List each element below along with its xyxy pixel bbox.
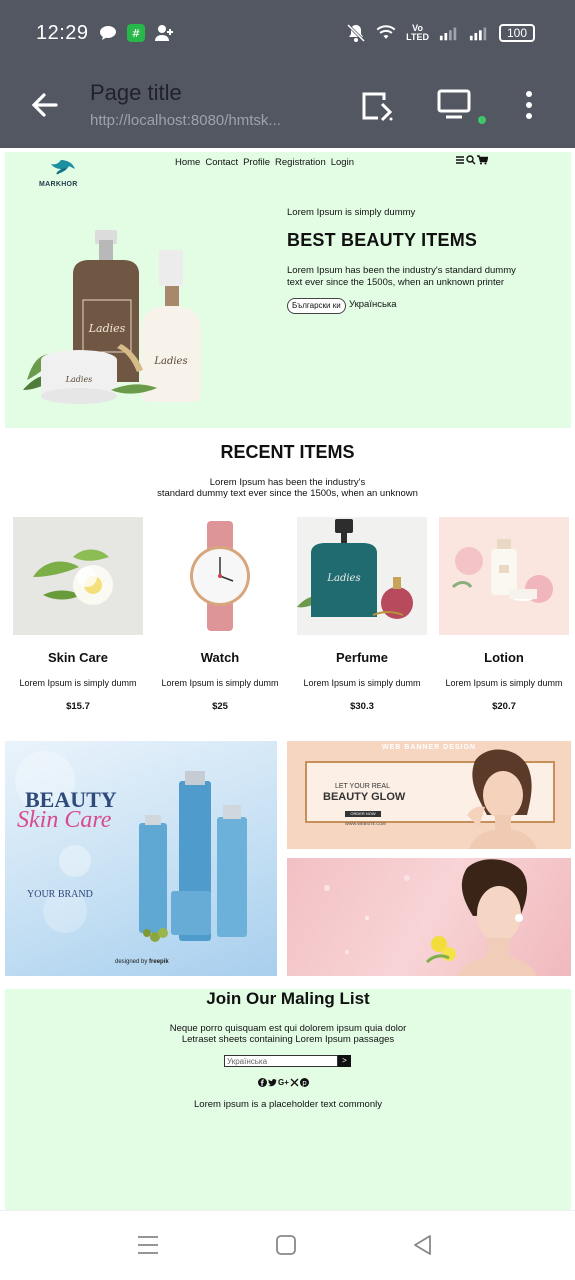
banner-website: WWW.WEBSITE.COM	[345, 821, 386, 826]
hero-title: BEST BEAUTY ITEMS	[287, 230, 478, 250]
nav-home[interactable]: Home	[175, 157, 200, 168]
signal-icon	[439, 23, 459, 43]
product-name: Lotion	[484, 650, 524, 665]
logo-text: MARKHOR	[39, 181, 78, 188]
social-links: G+ p	[258, 1078, 309, 1087]
newsletter-submit-button[interactable]: >	[338, 1055, 351, 1067]
facebook-icon[interactable]	[258, 1078, 267, 1087]
chat-bubble-icon	[98, 23, 118, 43]
product-price: $25	[212, 701, 228, 712]
product-price: $30.3	[350, 701, 374, 712]
nav-profile[interactable]: Profile	[243, 157, 270, 168]
nav-contact[interactable]: Contact	[205, 157, 238, 168]
x-icon[interactable]	[290, 1078, 299, 1087]
hero-section: MARKHOR Home Contact Profile Registratio…	[5, 152, 571, 428]
product-description: Lorem Ipsum is simply dumm	[445, 678, 563, 688]
beauty-skin-care-banner[interactable]: BEAUTY Skin Care YOUR BRAND designed by …	[5, 741, 277, 976]
svg-text:#: #	[131, 27, 140, 40]
hero-products-image: Ladies Ladies Ladies	[17, 230, 213, 406]
product-card[interactable]: Skin Care Lorem Ipsum is simply dumm $15…	[13, 517, 143, 712]
beauty-glow-banner[interactable]: WEB BANNER DESIGN LET YOUR REAL BEAUTY G…	[287, 741, 571, 849]
page-url[interactable]: http://localhost:8080/hmtsk...	[90, 112, 281, 129]
system-nav-bar	[0, 1210, 575, 1280]
order-now-button[interactable]: ORDER NOW	[345, 811, 381, 817]
status-time: 12:29	[36, 22, 89, 44]
product-description: Lorem Ipsum is simply dumm	[19, 678, 137, 688]
nav-icons	[455, 155, 489, 168]
online-dot	[478, 116, 486, 124]
newsletter-description: Neque porro quisquam est qui dolorem ips…	[169, 1023, 407, 1045]
newsletter-input[interactable]	[224, 1055, 338, 1067]
product-name: Watch	[200, 650, 240, 665]
menu-nav-icon[interactable]	[136, 1233, 160, 1257]
search-icon[interactable]	[466, 155, 476, 168]
product-description: Lorem Ipsum is simply dumm	[303, 678, 421, 688]
freepik-credit: designed by freepik	[115, 959, 169, 965]
product-card[interactable]: Lotion Lorem Ipsum is simply dumm $20.7	[439, 517, 569, 712]
main-nav: Home Contact Profile Registration Login	[175, 157, 354, 168]
svg-text:Ladies: Ladies	[88, 322, 126, 335]
cast-icon[interactable]	[360, 90, 396, 122]
battery-icon: 100	[499, 24, 535, 42]
svg-text:Ladies: Ladies	[326, 573, 360, 584]
status-bar: 12:29 # Vo LTED 100	[0, 0, 575, 66]
pinterest-icon[interactable]: p	[299, 1078, 309, 1087]
mute-bell-icon	[346, 23, 366, 43]
banner-line2: BEAUTY GLOW	[323, 791, 406, 803]
status-right-icons: Vo LTED 100	[346, 23, 535, 43]
language-text[interactable]: Українська	[349, 299, 397, 310]
svg-text:Ladies: Ladies	[153, 356, 187, 367]
product-card[interactable]: Watch Lorem Ipsum is simply dumm $25	[155, 517, 285, 712]
back-arrow-icon[interactable]	[28, 88, 62, 122]
web-page: MARKHOR Home Contact Profile Registratio…	[0, 148, 575, 1210]
svg-text:Ladies: Ladies	[65, 375, 93, 384]
product-name: Perfume	[335, 650, 389, 665]
volte-indicator: Vo LTED	[406, 23, 429, 42]
back-nav-icon[interactable]	[411, 1233, 435, 1257]
google-plus-icon[interactable]: G+	[278, 1078, 289, 1087]
recent-items-description: Lorem Ipsum has been the industry's stan…	[157, 477, 418, 499]
recent-items-title: RECENT ITEMS	[220, 442, 355, 462]
product-grid: Skin Care Lorem Ipsum is simply dumm $15…	[0, 517, 575, 717]
banner-skin-care-title: Skin Care	[17, 807, 112, 833]
wifi-icon	[376, 23, 396, 43]
product-description: Lorem Ipsum is simply dumm	[161, 678, 279, 688]
language-button[interactable]: Български ки	[287, 298, 346, 314]
browser-toolbar: Page title http://localhost:8080/hmtsk..…	[0, 66, 575, 148]
page-title: Page title	[90, 80, 182, 105]
hero-kicker: Lorem Ipsum is simply dummy	[287, 207, 416, 218]
banner-line1: LET YOUR REAL	[335, 783, 390, 790]
product-name: Skin Care	[48, 650, 108, 665]
skin-care-image	[13, 517, 143, 635]
home-nav-icon[interactable]	[274, 1233, 298, 1257]
nav-login[interactable]: Login	[331, 157, 354, 168]
add-user-icon	[154, 23, 174, 43]
newsletter-section: Join Our Maling List Neque porro quisqua…	[5, 989, 571, 1210]
product-price: $20.7	[492, 701, 516, 712]
banner-brand: YOUR BRAND	[27, 889, 93, 900]
status-left-icons: #	[98, 23, 174, 43]
perfume-image: Ladies	[297, 517, 427, 635]
product-card[interactable]: Ladies Perfume Lorem Ipsum is simply dum…	[297, 517, 427, 712]
nav-registration[interactable]: Registration	[275, 157, 326, 168]
hero-description: Lorem Ipsum has been the industry's stan…	[287, 265, 516, 288]
newsletter-title: Join Our Maling List	[206, 989, 370, 1008]
cart-icon[interactable]	[477, 155, 489, 168]
svg-text:p: p	[302, 1079, 307, 1087]
product-price: $15.7	[66, 701, 90, 712]
signal-icon	[469, 23, 489, 43]
app-icon: #	[126, 23, 146, 43]
more-icon[interactable]	[520, 88, 538, 122]
screen-icon[interactable]	[436, 88, 472, 122]
twitter-icon[interactable]	[268, 1078, 277, 1087]
lotion-image	[439, 517, 569, 635]
menu-icon[interactable]	[455, 155, 465, 168]
skin-care-model-banner[interactable]	[287, 858, 571, 976]
newsletter-footer-text: Lorem ipsum is a placeholder text common…	[194, 1099, 382, 1110]
watch-image	[155, 517, 285, 635]
